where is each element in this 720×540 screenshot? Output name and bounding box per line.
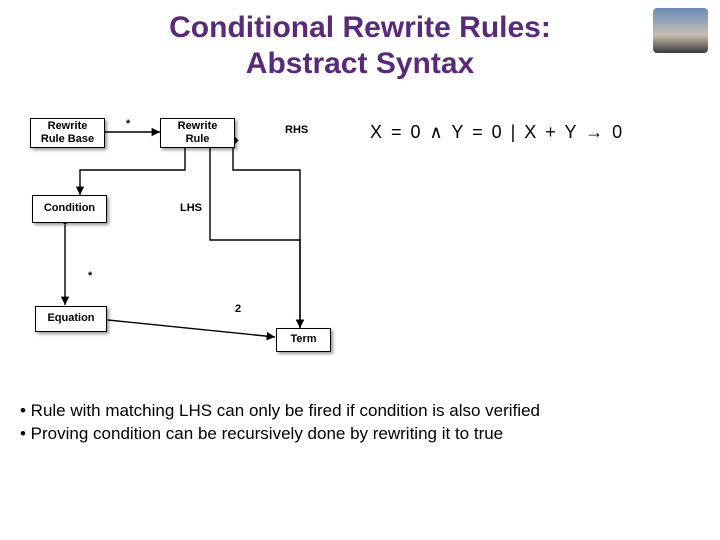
bullet-list: • Rule with matching LHS can only be fir… bbox=[20, 400, 700, 446]
slide-title: Conditional Rewrite Rules: Abstract Synt… bbox=[0, 0, 720, 82]
node-label: Equation bbox=[47, 312, 94, 325]
multiplicity-star-1: * bbox=[126, 118, 130, 130]
bullet-1: • Rule with matching LHS can only be fir… bbox=[20, 400, 700, 423]
node-equation: Equation bbox=[35, 306, 107, 332]
edge-label-rhs: RHS bbox=[285, 124, 308, 136]
edge-label-lhs: LHS bbox=[180, 202, 202, 214]
node-label: Rewrite Rule Base bbox=[35, 120, 100, 146]
node-term: Term bbox=[276, 328, 331, 352]
multiplicity-star-2: * bbox=[88, 270, 92, 282]
node-label: Condition bbox=[44, 202, 95, 215]
example-rule-text: X = 0 ∧ Y = 0 | X + Y → 0 bbox=[370, 122, 624, 143]
node-condition: Condition bbox=[32, 195, 107, 223]
bullet-2: • Proving condition can be recursively d… bbox=[20, 423, 700, 446]
node-label: Term bbox=[290, 333, 316, 346]
multiplicity-two: 2 bbox=[235, 303, 241, 315]
title-line-2: Abstract Syntax bbox=[246, 47, 474, 80]
logo-image bbox=[653, 8, 708, 53]
title-line-1: Conditional Rewrite Rules: bbox=[169, 11, 551, 44]
diagram-connectors bbox=[0, 110, 720, 370]
syntax-diagram: Rewrite Rule Base Rewrite Rule Condition… bbox=[0, 110, 720, 370]
node-label: Rewrite Rule bbox=[165, 120, 230, 146]
node-rewrite-rule-base: Rewrite Rule Base bbox=[30, 118, 105, 148]
node-rewrite-rule: Rewrite Rule bbox=[160, 118, 235, 148]
